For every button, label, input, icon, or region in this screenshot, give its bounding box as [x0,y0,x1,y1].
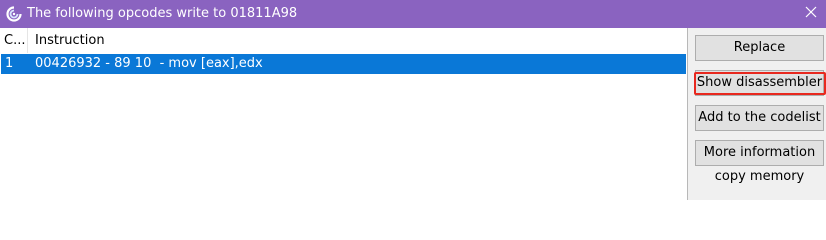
close-icon [805,6,817,22]
more-information-button[interactable]: More information [695,140,824,166]
list-header: C... Instruction [0,28,687,53]
close-button[interactable] [796,0,826,28]
window-title: The following opcodes write to 01811A98 [27,6,298,21]
list-item[interactable]: 1 00426932 - 89 10 - mov [eax],edx [1,54,686,74]
column-header-count[interactable]: C... [0,28,28,53]
opcode-list[interactable]: C... Instruction 1 00426932 - 89 10 - mo… [0,28,688,200]
show-disassembler-button[interactable]: Show disassembler [695,70,824,96]
add-to-codelist-button[interactable]: Add to the codelist [695,105,824,131]
cheat-engine-icon [6,6,22,22]
title-bar[interactable]: The following opcodes write to 01811A98 [0,0,826,28]
opcode-writes-window: The following opcodes write to 01811A98 … [0,0,826,200]
copy-memory-button[interactable]: copy memory [695,168,824,186]
column-header-instruction[interactable]: Instruction [28,28,105,53]
row-count: 1 [5,56,14,71]
row-instruction: 00426932 - 89 10 - mov [eax],edx [35,56,263,71]
replace-button[interactable]: Replace [695,35,824,61]
